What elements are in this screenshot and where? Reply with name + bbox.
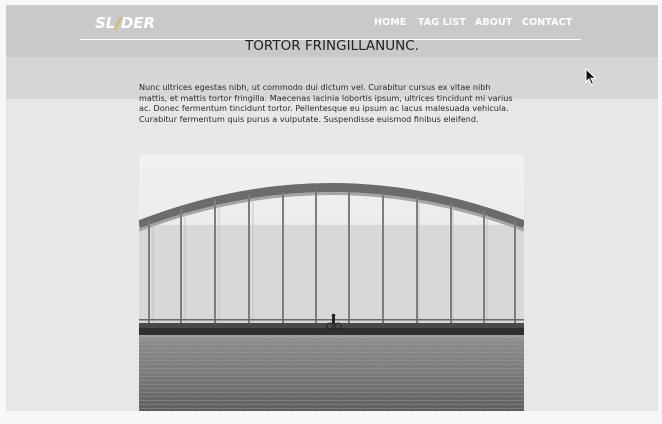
nav-item-contact[interactable]: CONTACT (522, 16, 572, 30)
nav-item-about[interactable]: ABOUT (475, 16, 512, 30)
main-nav: HOME TAG LIST ABOUT CONTACT (6, 16, 658, 32)
nav-item-home[interactable]: HOME (374, 16, 406, 30)
nav-item-tag-list[interactable]: TAG LIST (418, 16, 466, 30)
mouse-pointer-icon (585, 67, 597, 86)
page: SL/DER HOME TAG LIST ABOUT CONTACT TORTO… (6, 5, 658, 411)
article-body: Nunc ultrices egestas nibh, ut commodo d… (139, 82, 513, 124)
article-title: TORTOR FRINGILLANUNC. (245, 38, 419, 54)
bridge-photo (139, 155, 524, 411)
